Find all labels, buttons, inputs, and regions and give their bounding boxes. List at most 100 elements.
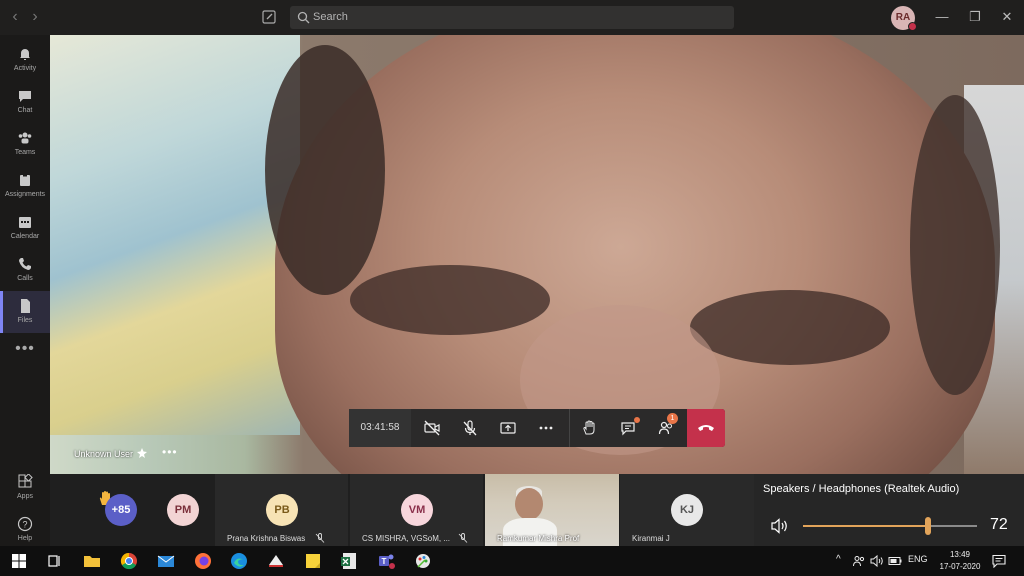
rail-label: Help	[17, 535, 33, 542]
volume-value: 72	[990, 516, 1008, 533]
calendar-icon	[19, 217, 31, 228]
hand-icon	[583, 420, 595, 435]
more-actions-button[interactable]	[527, 409, 565, 447]
rail-item-calls[interactable]: Calls	[0, 249, 50, 291]
participant-tile-vm[interactable]: VM CS MISHRA, VGSoM, ...	[350, 474, 483, 546]
participant-name: Prana Krishna Biswas	[227, 534, 306, 543]
speaker-name-label: Unknown User	[74, 449, 134, 459]
share-screen-button[interactable]	[489, 409, 527, 447]
hang-up-button[interactable]	[687, 409, 725, 447]
notifications-icon[interactable]	[992, 554, 1006, 568]
rail-label: Files	[17, 317, 33, 324]
rail-label: Calendar	[10, 233, 40, 240]
mic-off-icon	[458, 533, 468, 543]
participant-strip: +85 PM PB Prana Krishna Biswas VM CS MIS…	[50, 474, 754, 546]
rail-label: Teams	[14, 149, 36, 156]
rail-item-files[interactable]: Files	[0, 291, 50, 333]
file-icon	[21, 299, 30, 313]
sticky-notes-icon[interactable]	[303, 551, 323, 571]
speaker-eye-image	[350, 265, 550, 335]
clock-time: 13:49	[949, 550, 971, 559]
ebook-reader-icon[interactable]	[266, 551, 286, 571]
chrome-icon[interactable]	[119, 551, 139, 571]
participant-avatar-pb: PB	[266, 494, 298, 526]
rail-item-apps[interactable]: Apps	[0, 467, 50, 509]
help-icon: ?	[17, 516, 33, 532]
speaker-hair-image	[265, 45, 385, 295]
rail-label: Activity	[13, 65, 37, 72]
search-input[interactable]: Search	[290, 6, 734, 29]
chat-button[interactable]	[609, 409, 647, 447]
camera-off-icon	[424, 420, 440, 436]
people-tray-icon[interactable]	[852, 554, 866, 568]
participant-name: Ramkumar Mishra Prof	[497, 534, 580, 543]
participant-tile-pb[interactable]: PB Prana Krishna Biswas	[215, 474, 348, 546]
participants-button[interactable]: 1	[647, 409, 685, 447]
participant-name: Kiranmai J	[632, 534, 670, 543]
share-screen-icon	[500, 422, 516, 434]
volume-slider-fill	[803, 525, 929, 527]
unread-dot	[634, 417, 640, 423]
teams-window: ‹ › Search RA — ❐ ✕ Activity Chat Teams …	[0, 0, 1024, 546]
rail-item-activity[interactable]: Activity	[0, 39, 50, 81]
language-indicator[interactable]: ENG	[908, 554, 928, 564]
volume-tray-icon[interactable]	[870, 554, 884, 568]
volume-slider-thumb[interactable]	[925, 517, 932, 535]
hang-up-icon	[698, 425, 714, 431]
windows-start-icon[interactable]	[9, 551, 29, 571]
volume-flyout: Speakers / Headphones (Realtek Audio) 72	[754, 474, 1024, 546]
rail-label: Calls	[17, 275, 33, 282]
chat-icon	[19, 91, 31, 102]
svg-text:?: ?	[22, 520, 27, 530]
participant-avatar-pm: PM	[167, 494, 199, 526]
speaker-more-options[interactable]: •••	[162, 445, 178, 459]
forward-arrow-icon[interactable]: ›	[28, 9, 42, 25]
call-timer: 03:41:58	[349, 409, 411, 447]
taskbar-clock[interactable]: 13:49 17-07-2020	[935, 549, 985, 573]
speaker-eye-image	[690, 290, 890, 365]
pin-icon[interactable]	[136, 447, 148, 459]
mail-icon[interactable]	[156, 551, 176, 571]
rail-item-teams[interactable]: Teams	[0, 123, 50, 165]
title-bar: ‹ › Search RA — ❐ ✕	[0, 0, 1024, 35]
edge-icon[interactable]	[229, 551, 249, 571]
rail-item-calendar[interactable]: Calendar	[0, 207, 50, 249]
rail-item-help[interactable]: ? Help	[0, 509, 50, 551]
windows-taskbar: T ^ ENG 13:49 17-07-2020	[0, 546, 1024, 576]
back-arrow-icon[interactable]: ‹	[8, 9, 22, 25]
user-avatar[interactable]: RA	[891, 6, 917, 31]
close-button[interactable]: ✕	[998, 8, 1016, 26]
rail-item-chat[interactable]: Chat	[0, 81, 50, 123]
compose-icon[interactable]	[261, 9, 277, 25]
participant-tile-overflow[interactable]: +85 PM	[50, 474, 215, 546]
rail-label: Chat	[17, 107, 33, 114]
clock-date: 17-07-2020	[939, 562, 981, 571]
firefox-icon[interactable]	[193, 551, 213, 571]
search-icon	[297, 11, 310, 24]
minimize-button[interactable]: —	[933, 8, 951, 26]
mic-button[interactable]	[451, 409, 489, 447]
wall-map-image	[50, 35, 300, 435]
task-view-icon[interactable]	[45, 551, 65, 571]
more-apps-button[interactable]: •••	[0, 340, 50, 358]
excel-icon[interactable]	[339, 551, 359, 571]
teams-app-icon[interactable]: T	[376, 551, 396, 571]
rail-item-assignments[interactable]: Assignments	[0, 165, 50, 207]
camera-button[interactable]	[413, 409, 451, 447]
volume-slider[interactable]	[803, 517, 977, 535]
raise-hand-button[interactable]	[569, 409, 607, 447]
participant-tile-ramkumar[interactable]: Ramkumar Mishra Prof	[485, 474, 619, 546]
file-explorer-icon[interactable]	[82, 551, 102, 571]
participant-name: CS MISHRA, VGSoM, ...	[362, 534, 451, 543]
tray-overflow-icon[interactable]: ^	[836, 554, 841, 565]
speaker-icon[interactable]	[771, 518, 789, 534]
participant-tile-kj[interactable]: KJ Kiranmai J	[620, 474, 754, 546]
participant-photo-face	[515, 488, 543, 520]
audio-device-name: Speakers / Headphones (Realtek Audio)	[763, 483, 960, 495]
svg-text:T: T	[382, 557, 387, 566]
overflow-count-avatar[interactable]: +85	[105, 494, 137, 526]
paint-icon[interactable]	[413, 551, 433, 571]
phone-icon	[19, 258, 31, 270]
battery-tray-icon[interactable]	[888, 555, 902, 567]
restore-button[interactable]: ❐	[966, 8, 984, 26]
